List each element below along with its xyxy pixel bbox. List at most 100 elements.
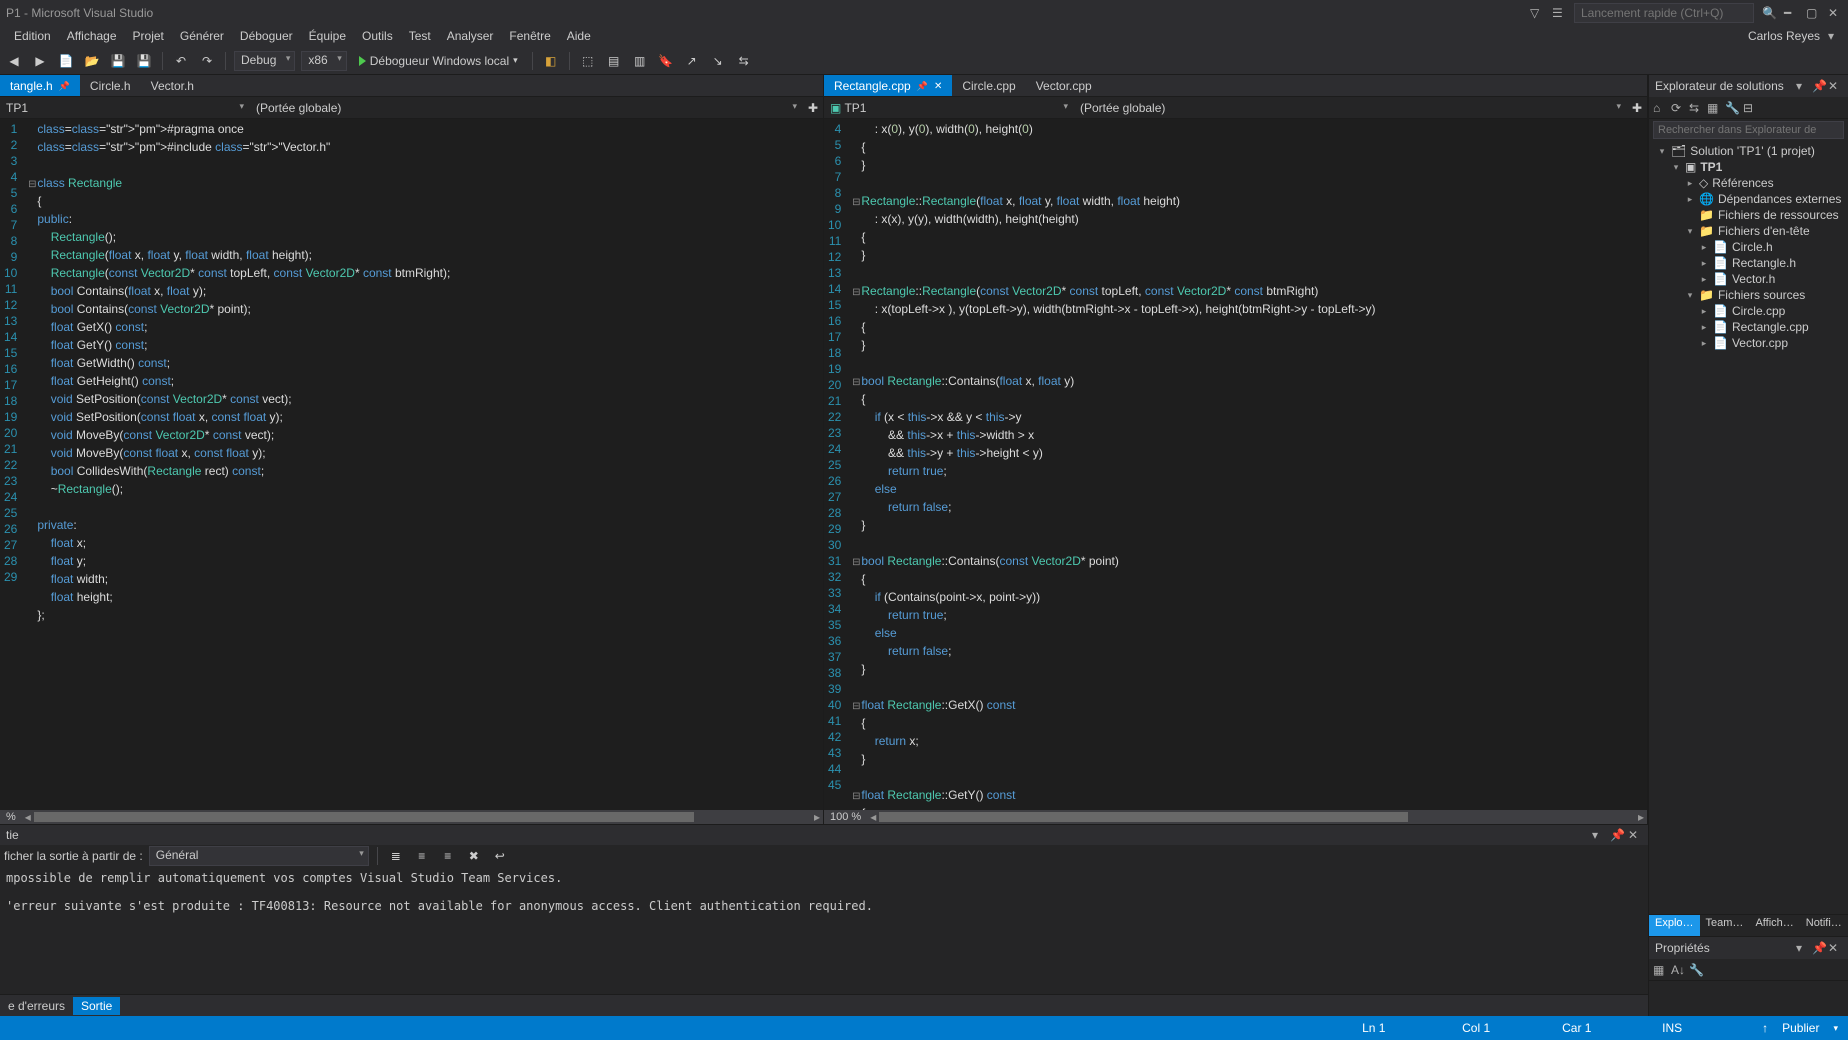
tool-icon[interactable]: ↗ <box>682 51 702 71</box>
categorize-icon[interactable]: ▦ <box>1653 963 1667 977</box>
zoom-level[interactable]: 100 % <box>824 811 867 823</box>
scroll-right-icon[interactable]: ▸ <box>811 810 823 824</box>
menu-test[interactable]: Test <box>401 27 439 45</box>
tab-circle-cpp[interactable]: Circle.cpp <box>952 75 1025 96</box>
properties-icon[interactable]: 🔧 <box>1725 101 1739 115</box>
run-button[interactable]: Débogueur Windows local ▾ <box>353 50 524 72</box>
refresh-icon[interactable]: ⟳ <box>1671 101 1685 115</box>
nav-fwd-icon[interactable]: ▶ <box>30 51 50 71</box>
undo-icon[interactable]: ↶ <box>171 51 191 71</box>
bottom-tab-ederreurs[interactable]: e d'erreurs <box>0 997 73 1015</box>
home-icon[interactable]: ⌂ <box>1653 101 1667 115</box>
tab-vector-h[interactable]: Vector.h <box>141 75 204 96</box>
user-dropdown-icon[interactable]: ▾ <box>1828 29 1842 43</box>
menu-fenêtre[interactable]: Fenêtre <box>501 27 558 45</box>
scope-dropdown-left[interactable]: TP1 <box>0 99 250 117</box>
split-icon[interactable]: ✚ <box>803 98 823 118</box>
menu-outils[interactable]: Outils <box>354 27 401 45</box>
tree-node[interactable]: ▾📁Fichiers d'en-tête <box>1649 223 1848 239</box>
tree-node[interactable]: ▾📁Fichiers sources <box>1649 287 1848 303</box>
menu-générer[interactable]: Générer <box>172 27 232 45</box>
pin-icon[interactable]: 📌 <box>1812 941 1826 955</box>
scope-dropdown-left[interactable]: ▣ TP1 <box>824 99 1074 117</box>
collapse-icon[interactable]: ⊟ <box>1743 101 1757 115</box>
tool-icon[interactable]: ↘ <box>708 51 728 71</box>
alpha-icon[interactable]: A↓ <box>1671 963 1685 977</box>
pin-icon[interactable]: 📌 <box>1610 828 1624 842</box>
bookmark-icon[interactable]: 🔖 <box>656 51 676 71</box>
tab-circle-h[interactable]: Circle.h <box>80 75 141 96</box>
tree-node[interactable]: 📁Fichiers de ressources <box>1649 207 1848 223</box>
dropdown-icon[interactable]: ▾ <box>1592 828 1606 842</box>
h-scrollbar[interactable] <box>879 810 1635 824</box>
redo-icon[interactable]: ↷ <box>197 51 217 71</box>
open-icon[interactable]: 📂 <box>82 51 102 71</box>
menu-analyser[interactable]: Analyser <box>439 27 502 45</box>
side-tab[interactable]: Team… <box>1700 915 1750 936</box>
scroll-left-icon[interactable]: ◂ <box>22 810 34 824</box>
tool-icon[interactable]: ⬚ <box>578 51 598 71</box>
tool-icon[interactable]: ≡ <box>412 846 432 866</box>
notifications-icon[interactable]: ☰ <box>1552 6 1566 20</box>
tab-vector-cpp[interactable]: Vector.cpp <box>1026 75 1102 96</box>
tree-node[interactable]: ▾🗂Solution 'TP1' (1 projet) <box>1649 143 1848 159</box>
tree-node[interactable]: ▾▣TP1 <box>1649 159 1848 175</box>
nav-back-icon[interactable]: ◀ <box>4 51 24 71</box>
menu-affichage[interactable]: Affichage <box>59 27 125 45</box>
show-all-icon[interactable]: ▦ <box>1707 101 1721 115</box>
menu-déboguer[interactable]: Déboguer <box>232 27 301 45</box>
scroll-left-icon[interactable]: ◂ <box>867 810 879 824</box>
save-all-icon[interactable]: 💾 <box>134 51 154 71</box>
menu-projet[interactable]: Projet <box>125 27 172 45</box>
tool-icon[interactable]: ◧ <box>541 51 561 71</box>
left-code-editor[interactable]: 1234567891011121314151617181920212223242… <box>0 119 823 810</box>
side-tab[interactable]: Notifi… <box>1800 915 1848 936</box>
tree-node[interactable]: ▸📄Circle.h <box>1649 239 1848 255</box>
dropdown-icon[interactable]: ▾ <box>1796 79 1810 93</box>
solution-tree[interactable]: ▾🗂Solution 'TP1' (1 projet)▾▣TP1▸◇Référe… <box>1649 141 1848 914</box>
wrap-icon[interactable]: ↩ <box>490 846 510 866</box>
tree-node[interactable]: ▸📄Vector.h <box>1649 271 1848 287</box>
user-name[interactable]: Carlos Reyes <box>1748 29 1828 43</box>
minimize-icon[interactable]: ━ <box>1784 6 1798 20</box>
scope-dropdown-right[interactable]: (Portée globale) <box>250 99 803 117</box>
close-icon[interactable]: ✕ <box>1828 79 1842 93</box>
side-tab[interactable]: Explo… <box>1649 915 1700 936</box>
tree-node[interactable]: ▸📄Rectangle.h <box>1649 255 1848 271</box>
close-icon[interactable]: ✕ <box>1628 828 1642 842</box>
tool-icon[interactable]: ≣ <box>386 846 406 866</box>
close-icon[interactable]: ✕ <box>934 81 942 92</box>
side-tab[interactable]: Affich… <box>1749 915 1799 936</box>
tree-node[interactable]: ▸◇Références <box>1649 175 1848 191</box>
menu-équipe[interactable]: Équipe <box>301 27 354 45</box>
close-icon[interactable]: ✕ <box>1828 941 1842 955</box>
menu-edition[interactable]: Edition <box>6 27 59 45</box>
new-project-icon[interactable]: 📄 <box>56 51 76 71</box>
zoom-level[interactable]: % <box>0 811 22 823</box>
scope-dropdown-right[interactable]: (Portée globale) <box>1074 99 1627 117</box>
solution-search-input[interactable] <box>1653 121 1844 139</box>
search-icon[interactable]: 🔍 <box>1762 6 1776 20</box>
tree-node[interactable]: ▸📄Circle.cpp <box>1649 303 1848 319</box>
clear-icon[interactable]: ✖ <box>464 846 484 866</box>
tree-node[interactable]: ▸🌐Dépendances externes <box>1649 191 1848 207</box>
platform-dropdown[interactable]: x86 <box>301 51 346 71</box>
tool-icon[interactable]: ▥ <box>630 51 650 71</box>
h-scrollbar[interactable] <box>34 810 811 824</box>
publish-icon[interactable]: ↑ <box>1762 1021 1768 1035</box>
close-icon[interactable]: ✕ <box>1828 6 1842 20</box>
maximize-icon[interactable]: ▢ <box>1806 6 1820 20</box>
chevron-down-icon[interactable]: ▾ <box>1833 1023 1838 1034</box>
bottom-tab-sortie[interactable]: Sortie <box>73 997 120 1015</box>
sync-icon[interactable]: ⇆ <box>1689 101 1703 115</box>
dropdown-icon[interactable]: ▾ <box>1796 941 1810 955</box>
tab-tangle-h[interactable]: tangle.h📌 <box>0 75 80 96</box>
split-icon[interactable]: ✚ <box>1627 98 1647 118</box>
tool-icon[interactable]: ▤ <box>604 51 624 71</box>
publish-button[interactable]: Publier <box>1782 1021 1819 1035</box>
pin-icon[interactable]: 📌 <box>1812 79 1826 93</box>
menu-aide[interactable]: Aide <box>559 27 599 45</box>
config-dropdown[interactable]: Debug <box>234 51 295 71</box>
wrench-icon[interactable]: 🔧 <box>1689 963 1703 977</box>
scroll-right-icon[interactable]: ▸ <box>1635 810 1647 824</box>
